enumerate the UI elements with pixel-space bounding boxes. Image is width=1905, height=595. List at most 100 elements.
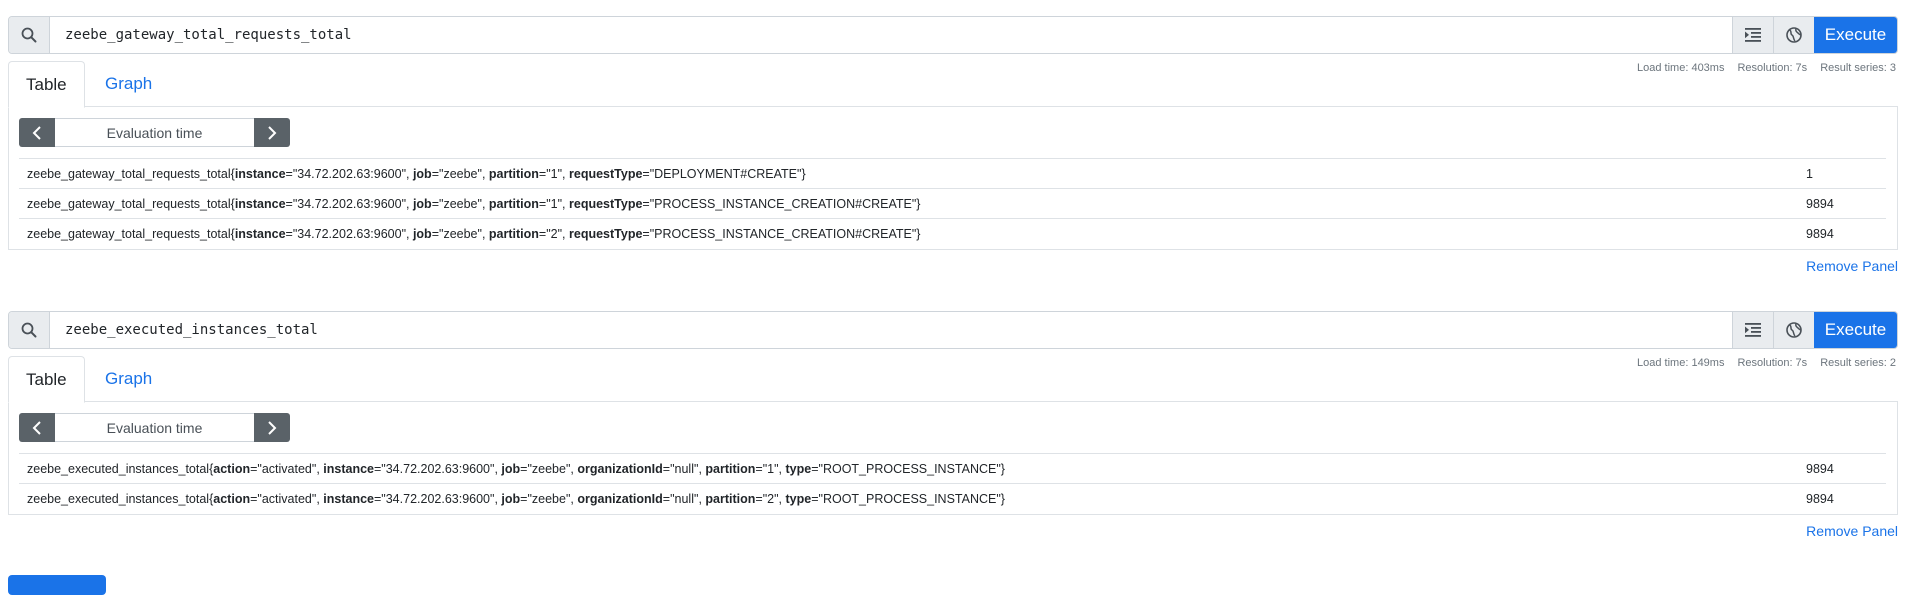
label-value: 34.72.202.63:9600 (385, 461, 491, 476)
label-key: organizationId (577, 491, 663, 506)
execute-button[interactable]: Execute (1814, 17, 1897, 53)
series-cell: zeebe_executed_instances_total{action="a… (19, 483, 1806, 514)
label-key: job (501, 491, 521, 506)
evaluation-time-control: Evaluation time (19, 413, 290, 442)
label-key: partition (705, 461, 756, 476)
remove-panel-link[interactable]: Remove Panel (8, 523, 1898, 539)
label-value: zeebe (531, 461, 566, 476)
label-value: PROCESS_INSTANCE_CREATION#CREATE (654, 226, 912, 241)
search-icon (9, 17, 50, 53)
table-row: zeebe_gateway_total_requests_total{insta… (19, 158, 1886, 189)
add-panel-button[interactable] (8, 575, 106, 595)
label-key: instance (234, 166, 286, 181)
label-key: job (412, 166, 432, 181)
label-key: requestType (569, 226, 643, 241)
label-key: organizationId (577, 461, 663, 476)
value-cell: 9894 (1806, 218, 1886, 249)
metric-name: zeebe_gateway_total_requests_total (27, 226, 231, 241)
label-key: type (785, 491, 812, 506)
label-key: partition (488, 226, 539, 241)
label-value: ROOT_PROCESS_INSTANCE (822, 461, 997, 476)
label-key: type (785, 461, 812, 476)
label-value: PROCESS_INSTANCE_CREATION#CREATE (654, 196, 912, 211)
table-row: zeebe_gateway_total_requests_total{insta… (19, 218, 1886, 249)
series-cell: zeebe_gateway_total_requests_total{insta… (19, 218, 1806, 249)
tab-graph[interactable]: Graph (88, 356, 169, 402)
series-cell: zeebe_gateway_total_requests_total{insta… (19, 158, 1806, 189)
label-value: 1 (550, 196, 558, 211)
query-stats: Load time: 149ms Resolution: 7s Result ser… (1624, 357, 1896, 369)
label-key: instance (323, 461, 374, 476)
label-key: requestType (569, 196, 643, 211)
evaluation-time-control: Evaluation time (19, 118, 290, 147)
resolution: Resolution: 7s (1737, 357, 1808, 369)
results-table: zeebe_gateway_total_requests_total{insta… (19, 158, 1886, 249)
chevron-right-icon[interactable] (254, 413, 290, 442)
results-table: zeebe_executed_instances_total{action="a… (19, 453, 1886, 514)
execute-button[interactable]: Execute (1814, 312, 1897, 348)
expression-bar: Execute (8, 16, 1898, 54)
label-value: 2 (550, 226, 558, 241)
label-key: instance (234, 196, 286, 211)
label-value: 2 (767, 491, 775, 506)
label-value: activated (261, 491, 312, 506)
label-value: zeebe (531, 491, 566, 506)
value-cell: 1 (1806, 158, 1886, 189)
label-key: partition (488, 196, 539, 211)
load-time: Load time: 149ms (1637, 357, 1725, 369)
label-value: 34.72.202.63:9600 (297, 226, 402, 241)
tab-graph[interactable]: Graph (88, 61, 169, 107)
chevron-left-icon[interactable] (19, 118, 55, 147)
label-value: 1 (767, 461, 775, 476)
label-key: job (501, 461, 521, 476)
metric-name: zeebe_gateway_total_requests_total (27, 166, 231, 181)
label-value: 34.72.202.63:9600 (297, 166, 402, 181)
query-stats: Load time: 403ms Resolution: 7s Result ser… (1624, 62, 1896, 74)
label-value: activated (261, 461, 312, 476)
series-cell: zeebe_executed_instances_total{action="a… (19, 453, 1806, 484)
label-key: action (213, 491, 251, 506)
table-row: zeebe_gateway_total_requests_total{insta… (19, 188, 1886, 219)
value-cell: 9894 (1806, 188, 1886, 219)
label-key: job (412, 196, 432, 211)
chevron-right-icon[interactable] (254, 118, 290, 147)
resolution: Resolution: 7s (1737, 62, 1808, 74)
remove-panel-link[interactable]: Remove Panel (8, 258, 1898, 274)
indent-icon[interactable] (1732, 312, 1773, 348)
globe-icon[interactable] (1773, 17, 1814, 53)
label-value: null (674, 461, 694, 476)
panel-tabs: Table Graph Load time: 149ms Resolution: … (8, 356, 1898, 403)
label-value: zeebe (443, 226, 478, 241)
evaluation-time-input[interactable]: Evaluation time (55, 118, 254, 147)
label-key: partition (488, 166, 539, 181)
globe-icon[interactable] (1773, 312, 1814, 348)
evaluation-time-input[interactable]: Evaluation time (55, 413, 254, 442)
result-series: Result series: 2 (1820, 357, 1896, 369)
tab-table[interactable]: Table (8, 61, 85, 108)
value-cell: 9894 (1806, 453, 1886, 484)
tab-table[interactable]: Table (8, 356, 85, 403)
expression-bar: Execute (8, 311, 1898, 349)
label-key: instance (234, 226, 286, 241)
label-key: action (213, 461, 251, 476)
load-time: Load time: 403ms (1637, 62, 1725, 74)
expression-input[interactable] (50, 312, 1732, 348)
expression-input[interactable] (50, 17, 1732, 53)
label-value: 1 (550, 166, 558, 181)
label-value: 34.72.202.63:9600 (385, 491, 491, 506)
label-value: zeebe (443, 196, 478, 211)
label-value: zeebe (443, 166, 478, 181)
metric-name: zeebe_executed_instances_total (27, 491, 210, 506)
table-tab-content: Evaluation time zeebe_executed_instances… (8, 402, 1898, 515)
query-panel-2: Execute Table Graph Load time: 149ms Reso… (8, 311, 1898, 539)
result-series: Result series: 3 (1820, 62, 1896, 74)
chevron-left-icon[interactable] (19, 413, 55, 442)
table-tab-content: Evaluation time zeebe_gateway_total_requ… (8, 107, 1898, 250)
indent-icon[interactable] (1732, 17, 1773, 53)
label-key: instance (323, 491, 374, 506)
label-value: null (674, 491, 694, 506)
label-key: requestType (569, 166, 643, 181)
value-cell: 9894 (1806, 483, 1886, 514)
table-row: zeebe_executed_instances_total{action="a… (19, 483, 1886, 514)
label-key: job (412, 226, 432, 241)
